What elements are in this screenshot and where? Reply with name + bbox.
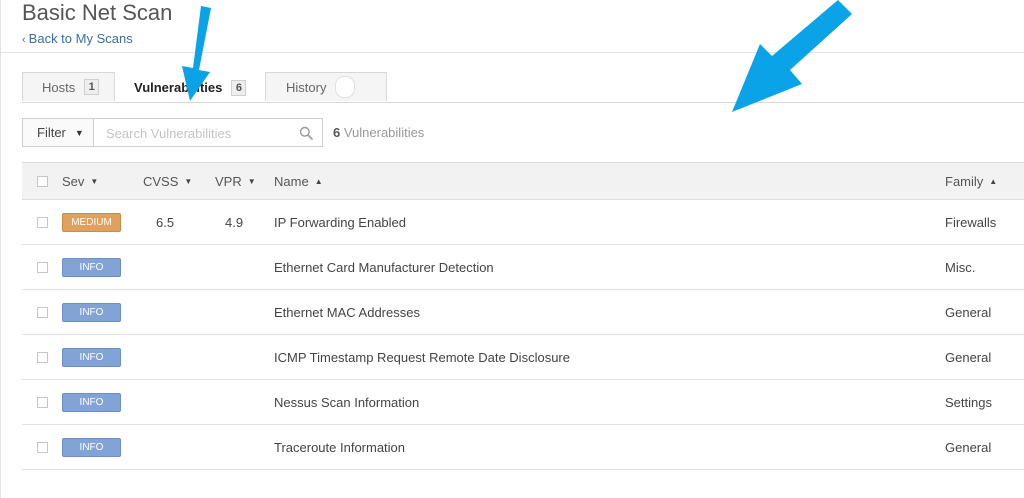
severity-cell: INFO: [62, 245, 121, 289]
vulnerabilities-table: Sev ▼ CVSS ▼ VPR ▼ Name ▲ Family ▲ MEDIUM 6.5…: [22, 162, 1024, 470]
vulnerability-count-number: 6: [333, 125, 341, 140]
chevron-left-icon: ‹: [22, 34, 26, 46]
vulnerability-name: Ethernet MAC Addresses: [274, 304, 420, 320]
tab-history-count: [335, 76, 356, 98]
severity-cell: INFO: [62, 335, 121, 379]
search-box: [94, 118, 323, 148]
cvss-cell: 6.5: [156, 214, 175, 230]
severity-badge: MEDIUM: [62, 212, 121, 232]
severity-cell: INFO: [62, 425, 121, 469]
row-checkbox-cell: [37, 335, 48, 379]
page-title: Basic Net Scan: [22, 0, 173, 25]
row-checkbox-cell: [37, 200, 48, 244]
severity-cell: MEDIUM: [62, 200, 121, 244]
tab-history-label: History: [286, 79, 327, 95]
vulnerability-name: ICMP Timestamp Request Remote Date Discl…: [274, 349, 570, 365]
row-checkbox[interactable]: [37, 306, 48, 318]
row-checkbox-cell: [37, 290, 48, 334]
back-link[interactable]: ‹ Back to My Scans: [22, 31, 133, 46]
table-row[interactable]: INFO ICMP Timestamp Request Remote Date …: [22, 335, 1024, 380]
row-checkbox-cell: [37, 380, 48, 424]
family-cell: Firewalls: [945, 214, 997, 230]
tab-vulnerabilities-count: 6: [231, 79, 247, 96]
tab-vulnerabilities[interactable]: Vulnerabilities 6: [115, 72, 265, 103]
severity-badge: INFO: [62, 302, 121, 322]
column-header-sev-label: Sev: [62, 173, 85, 189]
vulnerability-name: Ethernet Card Manufacturer Detection: [274, 259, 494, 275]
sort-up-icon: ▲: [989, 176, 998, 186]
tabs-underline: [22, 102, 1024, 103]
column-header-cvss[interactable]: CVSS ▼: [143, 163, 193, 199]
severity-cell: INFO: [62, 380, 121, 424]
vulnerability-name: Nessus Scan Information: [274, 394, 420, 410]
select-all-cell: [37, 163, 48, 199]
search-input[interactable]: [104, 119, 298, 148]
family-cell: Misc.: [945, 259, 976, 275]
vulnerability-count-label: Vulnerabilities: [343, 125, 425, 140]
table-row[interactable]: INFO Nessus Scan Information Settings: [22, 380, 1024, 425]
sort-down-icon: ▼: [247, 176, 256, 186]
column-header-name[interactable]: Name ▲: [274, 163, 323, 199]
row-checkbox-cell: [37, 425, 48, 469]
column-header-sev[interactable]: Sev ▼: [62, 163, 98, 199]
tab-vulnerabilities-label: Vulnerabilities: [134, 80, 223, 95]
table-row[interactable]: INFO Ethernet Card Manufacturer Detectio…: [22, 245, 1024, 290]
vulnerability-count: 6 Vulnerabilities: [333, 125, 424, 140]
vulnerability-name: Traceroute Information: [274, 439, 406, 455]
vpr-cell: 4.9: [225, 214, 244, 230]
table-row[interactable]: INFO Ethernet MAC Addresses General: [22, 290, 1024, 335]
severity-badge: INFO: [62, 392, 121, 412]
column-header-vpr-label: VPR: [215, 173, 242, 189]
column-header-cvss-label: CVSS: [143, 173, 179, 189]
tab-hosts-label: Hosts: [42, 79, 76, 95]
table-row[interactable]: INFO Traceroute Information General: [22, 425, 1024, 470]
sort-down-icon: ▼: [184, 176, 193, 186]
page: Basic Net Scan ‹ Back to My Scans Hosts 1…: [0, 0, 1024, 498]
tab-hosts[interactable]: Hosts 1: [22, 72, 115, 101]
row-checkbox[interactable]: [37, 216, 48, 228]
vulnerability-name: IP Forwarding Enabled: [274, 214, 407, 230]
row-checkbox-cell: [37, 245, 48, 289]
family-cell: General: [945, 439, 992, 455]
search-icon[interactable]: [299, 126, 313, 140]
column-header-family-label: Family: [945, 173, 984, 189]
column-header-name-label: Name: [274, 173, 309, 189]
select-all-checkbox[interactable]: [37, 175, 48, 187]
header-divider: [0, 52, 1024, 53]
severity-badge: INFO: [62, 347, 121, 367]
severity-badge: INFO: [62, 257, 121, 277]
row-checkbox[interactable]: [37, 441, 48, 453]
table-row[interactable]: MEDIUM 6.5 4.9 IP Forwarding Enabled Fir…: [22, 200, 1024, 245]
row-checkbox[interactable]: [37, 351, 48, 363]
family-cell: Settings: [945, 394, 992, 410]
row-checkbox[interactable]: [37, 261, 48, 273]
filter-button[interactable]: Filter ▼: [22, 118, 94, 147]
sort-down-icon: ▼: [90, 176, 99, 186]
tab-history[interactable]: History: [265, 72, 387, 101]
family-cell: General: [945, 349, 992, 365]
family-cell: General: [945, 304, 992, 320]
column-header-family[interactable]: Family ▲: [945, 163, 997, 199]
tab-hosts-count: 1: [84, 79, 100, 95]
severity-badge: INFO: [62, 437, 121, 457]
severity-cell: INFO: [62, 290, 121, 334]
annotation-arrow-icon: [732, 0, 852, 112]
row-checkbox[interactable]: [37, 396, 48, 408]
caret-down-icon: ▼: [74, 127, 84, 138]
filter-button-label: Filter: [37, 125, 66, 140]
back-link-label: Back to My Scans: [28, 31, 133, 46]
table-header: Sev ▼ CVSS ▼ VPR ▼ Name ▲ Family ▲: [22, 163, 1024, 200]
column-header-vpr[interactable]: VPR ▼: [215, 163, 260, 199]
tab-bar: Hosts 1 Vulnerabilities 6 History: [22, 72, 387, 103]
sort-up-icon: ▲: [314, 176, 323, 186]
page-left-border: [0, 0, 1, 498]
